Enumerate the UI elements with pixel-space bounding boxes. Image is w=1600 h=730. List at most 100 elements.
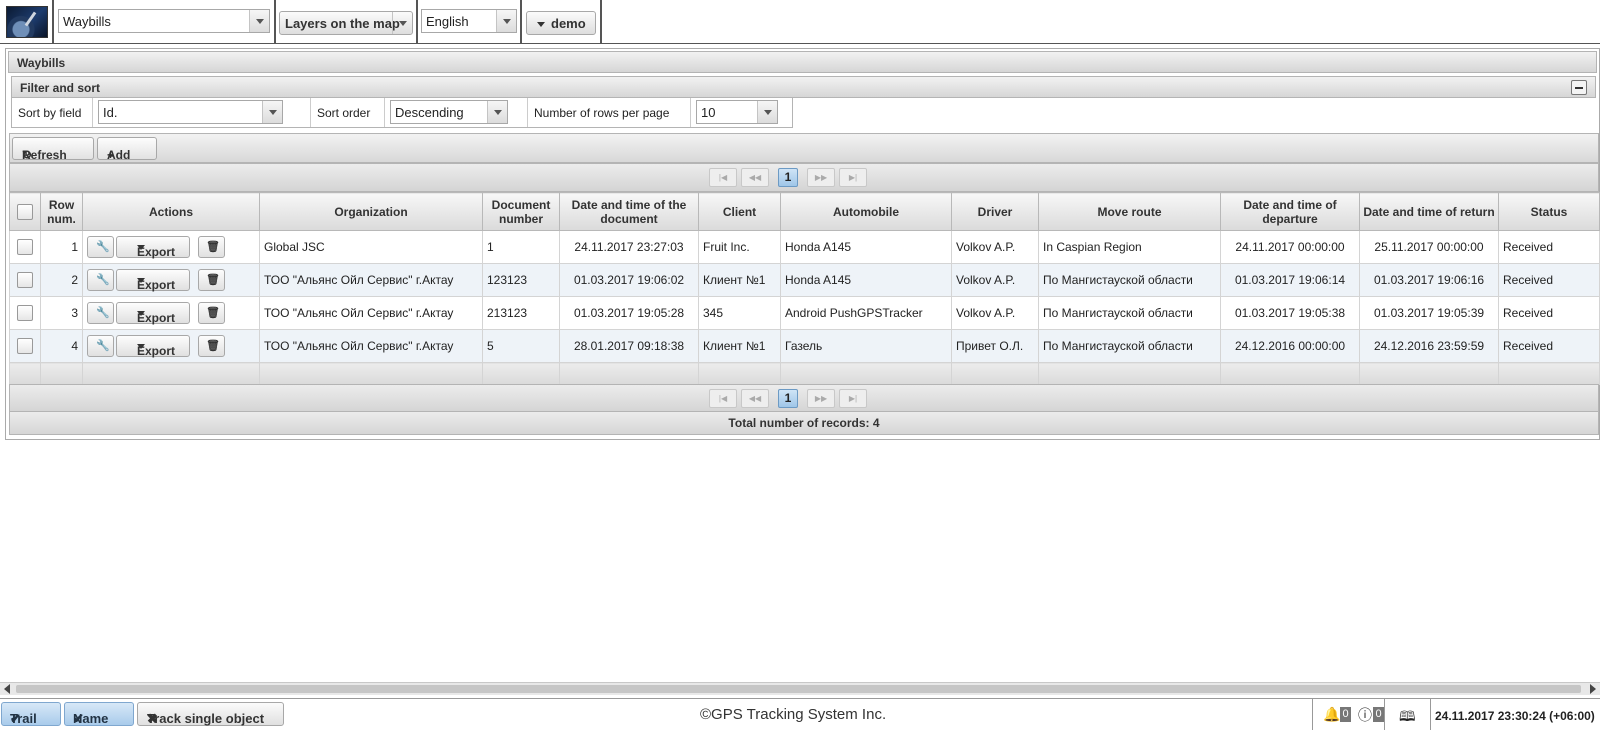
rows-per-page-cell: Number of rows per page <box>528 98 691 127</box>
cell-driver: Привет О.Л. <box>951 329 1039 363</box>
empty-cell <box>82 362 260 385</box>
language-select[interactable]: English <box>421 9 517 33</box>
chevron-down-icon[interactable] <box>262 101 282 123</box>
current-page-button[interactable]: 1 <box>778 389 798 408</box>
cell-actions: 🔧 Export 🗑 <box>82 263 260 297</box>
prev-page-icon[interactable]: ◀◀ <box>741 168 769 187</box>
filter-title-bar: Filter and sort <box>11 76 1596 98</box>
col-route[interactable]: Move route <box>1038 192 1221 231</box>
add-button[interactable]: + Add <box>97 137 157 162</box>
col-driver[interactable]: Driver <box>951 192 1039 231</box>
edit-button[interactable]: 🔧 <box>87 335 114 357</box>
cell-document-date: 28.01.2017 09:18:38 <box>559 329 699 363</box>
info-icon[interactable]: ⓘ <box>1358 705 1372 725</box>
export-button[interactable]: Export <box>116 269 190 292</box>
chevron-down-icon[interactable] <box>392 12 412 34</box>
edit-button[interactable]: 🔧 <box>87 302 114 324</box>
table-row[interactable]: 1 🔧 Export 🗑 Global JSC 1 24.11.2017 23:27:03 F… <box>9 230 1600 264</box>
trail-label: Trail <box>10 711 37 726</box>
col-row-num[interactable]: Row num. <box>40 192 83 231</box>
chevron-down-icon[interactable] <box>496 10 516 32</box>
rows-per-page-label: Number of rows per page <box>534 106 670 120</box>
first-page-icon[interactable]: |◀ <box>709 389 737 408</box>
table-row[interactable]: 3 🔧 Export 🗑 ТОО "Альянс Ойл Сервис" г.Актау… <box>9 296 1600 330</box>
col-organization[interactable]: Organization <box>259 192 483 231</box>
wrench-icon: 🔧 <box>96 241 110 253</box>
rows-per-page-select[interactable]: 10 <box>696 100 778 124</box>
row-checkbox[interactable] <box>17 338 33 354</box>
user-menu-button[interactable]: demo <box>526 11 596 35</box>
delete-button[interactable]: 🗑 <box>198 302 225 324</box>
collapse-icon[interactable] <box>1571 80 1587 95</box>
cell-status: Received <box>1498 329 1600 363</box>
edit-button[interactable]: 🔧 <box>87 236 114 258</box>
scroll-thumb[interactable] <box>16 685 1581 693</box>
empty-cell <box>9 362 41 385</box>
book-icon[interactable]: 🕮 <box>1399 706 1416 730</box>
table-row[interactable]: 2 🔧 Export 🗑 ТОО "Альянс Ойл Сервис" г.Актау… <box>9 263 1600 297</box>
cell-status: Received <box>1498 296 1600 330</box>
col-return[interactable]: Date and time of return <box>1359 192 1499 231</box>
export-label: Export <box>137 344 176 358</box>
col-automobile[interactable]: Automobile <box>780 192 952 231</box>
current-page-button[interactable]: 1 <box>778 168 798 187</box>
col-client[interactable]: Client <box>698 192 781 231</box>
bell-icon[interactable]: 🔔 <box>1323 706 1340 723</box>
cell-document-number: 213123 <box>482 296 560 330</box>
select-all-checkbox[interactable] <box>17 203 33 220</box>
edit-button[interactable]: 🔧 <box>87 269 114 291</box>
empty-cell <box>259 362 483 385</box>
sort-by-select[interactable]: Id. <box>98 100 283 124</box>
cell-row-num: 1 <box>40 230 83 264</box>
cell-status: Received <box>1498 230 1600 264</box>
cell-return: 24.12.2016 23:59:59 <box>1359 329 1499 363</box>
cell-actions: 🔧 Export 🗑 <box>82 230 260 264</box>
scroll-left-icon[interactable] <box>4 684 10 694</box>
next-page-icon[interactable]: ▶▶ <box>807 389 835 408</box>
col-document-date[interactable]: Date and time of the document <box>559 192 699 231</box>
delete-button[interactable]: 🗑 <box>198 236 225 258</box>
row-select-cell <box>9 230 41 264</box>
name-toggle[interactable]: ✔ Name <box>64 702 134 726</box>
total-records: Total number of records: 4 <box>9 411 1599 435</box>
delete-button[interactable]: 🗑 <box>198 335 225 357</box>
scroll-right-icon[interactable] <box>1590 684 1596 694</box>
col-departure[interactable]: Date and time of departure <box>1220 192 1360 231</box>
layers-on-map-button[interactable]: Layers on the map <box>279 11 413 35</box>
track-single-object-toggle[interactable]: ✖ Track single object <box>137 702 284 726</box>
trail-toggle[interactable]: ✔ Trail <box>1 702 61 726</box>
sort-order-select[interactable]: Descending <box>390 100 508 124</box>
select-all-cell <box>9 192 41 231</box>
current-datetime: 24.11.2017 23:30:24 (+06:00) <box>1435 709 1595 723</box>
row-checkbox[interactable] <box>17 239 33 255</box>
row-checkbox[interactable] <box>17 272 33 288</box>
export-button[interactable]: Export <box>116 335 190 358</box>
refresh-button[interactable]: ↻ Refresh <box>12 137 94 162</box>
export-label: Export <box>137 278 176 292</box>
chevron-down-icon[interactable] <box>249 10 269 32</box>
export-button[interactable]: Export <box>116 236 190 259</box>
sort-by-select-cell: Id. <box>93 98 311 127</box>
next-page-icon[interactable]: ▶▶ <box>807 168 835 187</box>
chevron-down-icon[interactable] <box>757 101 777 123</box>
export-button[interactable]: Export <box>116 302 190 325</box>
col-status[interactable]: Status <box>1498 192 1600 231</box>
row-checkbox[interactable] <box>17 305 33 321</box>
empty-cell <box>1220 362 1360 385</box>
horizontal-scrollbar[interactable] <box>0 682 1600 695</box>
last-page-icon[interactable]: ▶| <box>839 389 867 408</box>
sort-order-value: Descending <box>395 105 464 120</box>
prev-page-icon[interactable]: ◀◀ <box>741 389 769 408</box>
table-row[interactable]: 4 🔧 Export 🗑 ТОО "Альянс Ойл Сервис" г.Актау… <box>9 329 1600 363</box>
language-cell: English <box>418 0 522 44</box>
status-bar: ✔ Trail ✔ Name ✖ Track single object ©GP… <box>0 698 1600 730</box>
export-label: Export <box>137 311 176 325</box>
chevron-down-icon[interactable] <box>487 101 507 123</box>
first-page-icon[interactable]: |◀ <box>709 168 737 187</box>
last-page-icon[interactable]: ▶| <box>839 168 867 187</box>
empty-cell <box>951 362 1039 385</box>
cell-organization: ТОО "Альянс Ойл Сервис" г.Актау <box>259 329 483 363</box>
delete-button[interactable]: 🗑 <box>198 269 225 291</box>
col-document-number[interactable]: Document number <box>482 192 560 231</box>
module-select[interactable]: Waybills <box>58 9 270 33</box>
